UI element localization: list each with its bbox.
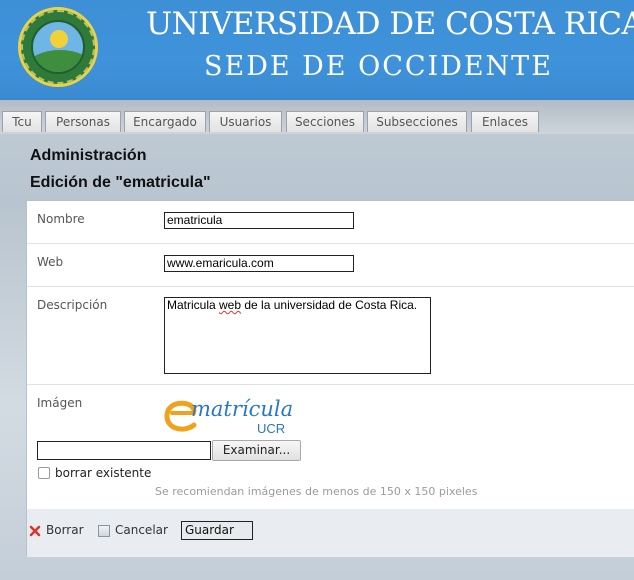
nombre-field[interactable]: ematricula [164,212,354,229]
section-title: Administración [30,147,147,164]
web-field[interactable]: www.emaricula.com [164,255,354,272]
delete-existing-checkbox[interactable] [38,467,50,479]
descripcion-text-part2: de la universidad de Costa Rica. [241,298,418,312]
spellcheck-word: web [219,298,242,312]
tab-bar: Tcu Personas Encargado Usuarios Seccione… [0,100,634,134]
cancel-button[interactable]: Cancelar [115,523,168,537]
descripcion-label: Descripción [37,298,108,312]
descripcion-text-part1: Matricula [167,298,220,312]
row-divider [27,243,634,244]
delete-x-icon[interactable] [29,525,41,537]
image-file-input[interactable] [37,441,211,460]
logo-sub: UCR [257,421,286,436]
tab-subsecciones[interactable]: Subsecciones [367,111,467,132]
tab-encargado[interactable]: Encargado [124,111,206,132]
ematricula-logo-image: matrícula UCR [164,395,304,439]
tab-secciones[interactable]: Secciones [286,111,364,132]
site-header: UNIVERSIDAD DE COSTA RICA SEDE DE OCCIDE… [0,0,634,100]
cancel-icon[interactable] [98,525,110,537]
university-name: UNIVERSIDAD DE COSTA RICA [146,6,634,42]
delete-button[interactable]: Borrar [46,523,84,537]
save-button[interactable]: Guardar [181,521,253,540]
ucr-seal-logo [18,7,98,87]
browse-button[interactable]: Examinar... [212,440,301,461]
row-divider [27,384,634,385]
tab-usuarios[interactable]: Usuarios [209,111,282,132]
nombre-label: Nombre [37,212,85,226]
tab-tcu[interactable]: Tcu [2,111,42,132]
edit-title: Edición de "ematricula" [30,174,211,191]
tab-personas[interactable]: Personas [45,111,121,132]
edit-form: Nombre ematricula Web www.emaricula.com … [26,200,634,557]
row-divider [27,286,634,287]
logo-text: matrícula [191,397,294,421]
campus-name: SEDE DE OCCIDENTE [204,51,553,82]
tab-enlaces[interactable]: Enlaces [471,111,539,132]
image-size-hint: Se recomiendan imágenes de menos de 150 … [155,485,478,498]
imagen-label: Imágen [37,396,83,410]
delete-existing-label: borrar existente [55,466,152,480]
web-label: Web [37,255,64,269]
descripcion-field[interactable]: Matricula web de la universidad de Costa… [164,297,431,374]
